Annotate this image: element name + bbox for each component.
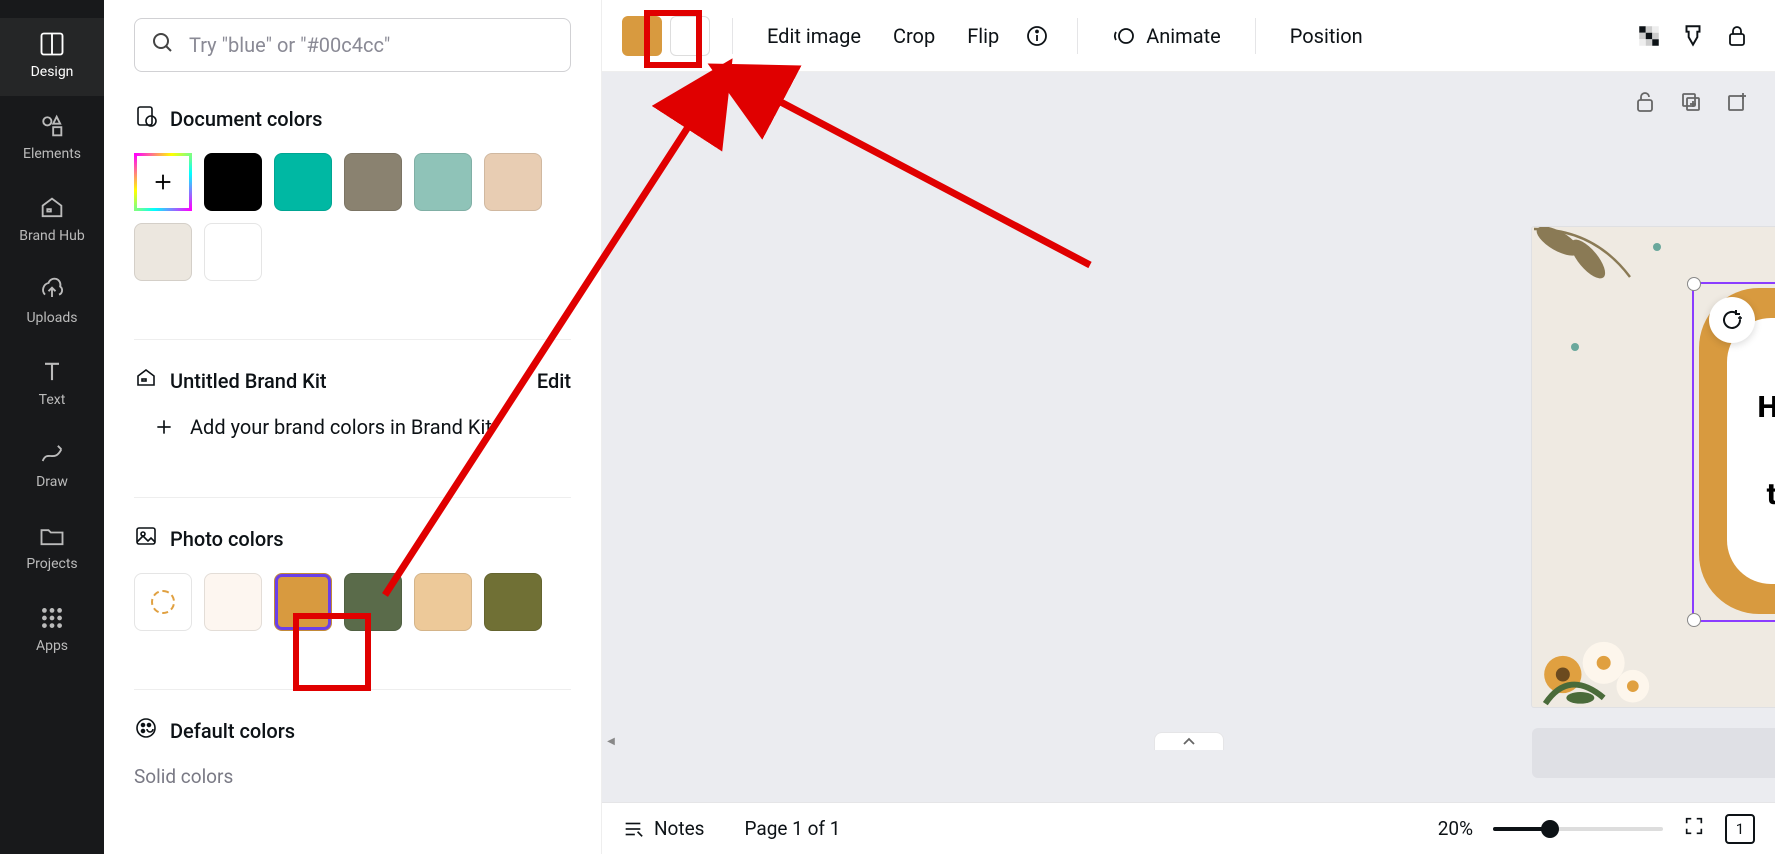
decoration-dot [1652, 242, 1662, 252]
transparency-button[interactable] [1631, 18, 1667, 54]
photo-color-swatch[interactable] [344, 573, 402, 631]
brand-kit-icon [134, 366, 158, 395]
uploads-icon [38, 276, 66, 304]
zoom-slider[interactable] [1493, 827, 1663, 831]
toolbar-border-color[interactable] [670, 16, 710, 56]
color-swatch[interactable] [204, 223, 262, 281]
color-swatch[interactable] [414, 153, 472, 211]
rail-text[interactable]: Text [0, 346, 104, 424]
resize-handle[interactable] [1687, 613, 1701, 627]
add-page-button[interactable]: + Add page [1532, 728, 1775, 778]
position-button[interactable]: Position [1278, 18, 1375, 54]
text-icon [38, 358, 66, 386]
page-count-button[interactable]: 1 [1725, 814, 1755, 844]
rail-elements[interactable]: Elements [0, 100, 104, 178]
left-rail: Design Elements Brand Hub Uploads Text [0, 0, 104, 854]
brand-kit-label: Untitled Brand Kit [170, 369, 327, 393]
apps-icon [38, 604, 66, 632]
elements-icon [38, 112, 66, 140]
lock-button[interactable] [1719, 18, 1755, 54]
solid-colors-label: Solid colors [134, 765, 571, 788]
notes-label: Notes [654, 817, 705, 840]
resize-handle[interactable] [1687, 277, 1701, 291]
color-swatch[interactable] [134, 223, 192, 281]
brand-kit-edit[interactable]: Edit [537, 369, 571, 393]
canvas-viewport[interactable]: How do you put a box around text in Canv… [602, 72, 1775, 802]
decoration-dot [1570, 342, 1580, 352]
color-swatch[interactable] [344, 153, 402, 211]
brandhub-icon [38, 194, 66, 222]
rail-label: Elements [23, 146, 81, 162]
rail-label: Projects [26, 556, 77, 572]
rail-draw[interactable]: Draw [0, 428, 104, 506]
search-icon [151, 31, 175, 59]
fullscreen-icon[interactable] [1683, 815, 1705, 842]
document-colors-row [134, 153, 571, 281]
page-indicator[interactable]: Page 1 of 1 [745, 817, 841, 840]
copy-style-button[interactable] [1675, 18, 1711, 54]
color-panel: Document colors Untitled Brand K [104, 0, 602, 854]
color-swatch[interactable] [204, 153, 262, 211]
flower-decoration [1532, 597, 1662, 707]
corner-decoration [1532, 227, 1642, 337]
design-icon [38, 30, 66, 58]
notes-icon[interactable]: Notes [622, 817, 705, 840]
rail-label: Uploads [26, 310, 77, 326]
animate-button[interactable]: Animate [1100, 18, 1233, 54]
unlock-page-icon[interactable] [1631, 88, 1659, 116]
default-colors-label: Default colors [170, 719, 295, 743]
rail-label: Draw [36, 474, 68, 490]
toolbar-fill-color[interactable] [622, 16, 662, 56]
rail-apps[interactable]: Apps [0, 592, 104, 670]
context-toolbar: Edit image Crop Flip Animate Position [602, 0, 1775, 72]
color-swatch[interactable] [484, 153, 542, 211]
photo-color-swatch[interactable] [134, 573, 192, 631]
add-color-swatch[interactable] [134, 153, 192, 211]
color-swatch[interactable] [274, 153, 332, 211]
photo-colors-row [134, 573, 571, 631]
default-colors-icon [134, 716, 158, 745]
main-area: Edit image Crop Flip Animate Position [602, 0, 1775, 854]
rail-brandhub[interactable]: Brand Hub [0, 182, 104, 260]
search-input[interactable] [189, 33, 554, 57]
rail-uploads[interactable]: Uploads [0, 264, 104, 342]
scroll-left-icon[interactable]: ◀ [604, 734, 618, 748]
edit-image-button[interactable]: Edit image [755, 18, 873, 54]
add-brand-label: Add your brand colors in Brand Kit [190, 415, 492, 439]
color-search[interactable] [134, 18, 571, 72]
rail-label: Brand Hub [19, 228, 84, 244]
projects-icon [38, 522, 66, 550]
document-colors-icon [134, 104, 158, 133]
document-colors-label: Document colors [170, 107, 322, 131]
info-button[interactable] [1019, 18, 1055, 54]
zoom-value[interactable]: 20% [1438, 817, 1473, 840]
photo-colors-icon [134, 524, 158, 553]
rail-projects[interactable]: Projects [0, 510, 104, 588]
draw-icon [38, 440, 66, 468]
photo-color-swatch[interactable] [484, 573, 542, 631]
add-brand-colors[interactable]: Add your brand colors in Brand Kit [134, 415, 571, 439]
rail-label: Text [39, 392, 66, 408]
rail-design[interactable]: Design [0, 18, 104, 96]
regenerate-button[interactable] [1709, 297, 1755, 343]
photo-color-swatch[interactable] [414, 573, 472, 631]
rail-label: Design [31, 64, 74, 80]
crop-button[interactable]: Crop [881, 18, 947, 54]
photo-color-swatch[interactable] [204, 573, 262, 631]
timeline-expand-tab[interactable] [1154, 732, 1224, 750]
bottom-bar: Notes Page 1 of 1 20% 1 [602, 802, 1775, 854]
rail-label: Apps [36, 638, 68, 654]
duplicate-page-icon[interactable] [1677, 88, 1705, 116]
photo-color-swatch-selected[interactable] [274, 573, 332, 631]
photo-colors-label: Photo colors [170, 527, 284, 551]
flip-button[interactable]: Flip [955, 18, 1011, 54]
add-page-icon[interactable] [1723, 88, 1751, 116]
